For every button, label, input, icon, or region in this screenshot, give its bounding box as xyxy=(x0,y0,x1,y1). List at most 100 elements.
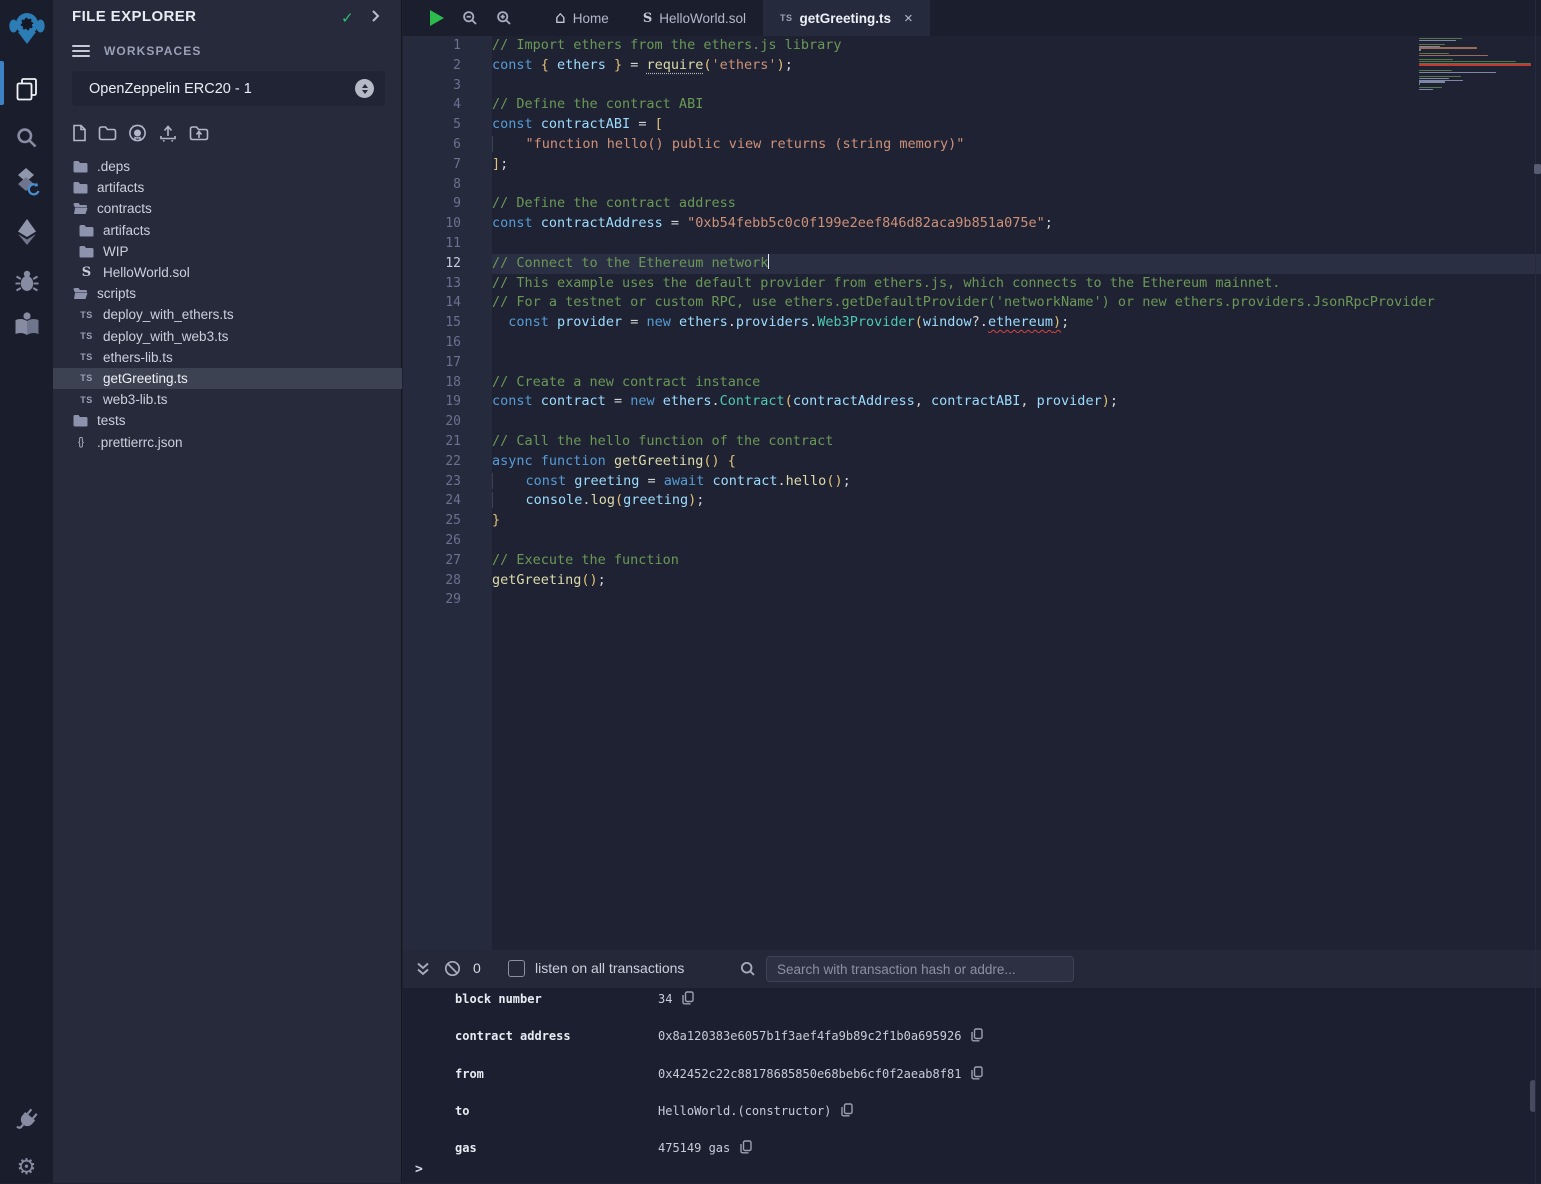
code-line-17[interactable]: 17 xyxy=(403,353,1541,373)
code-line-29[interactable]: 29 xyxy=(403,590,1541,610)
rail-item-search[interactable] xyxy=(0,118,53,156)
line-number: 19 xyxy=(403,392,492,412)
code-line-20[interactable]: 20 xyxy=(403,412,1541,432)
tx-detail-value: HelloWorld.(constructor) xyxy=(658,1104,831,1118)
code-line-16[interactable]: 16 xyxy=(403,333,1541,353)
rail-item-settings[interactable]: ⚙ xyxy=(0,1152,53,1184)
rail-item-remix-logo[interactable] xyxy=(0,9,53,47)
tree-item-artifacts[interactable]: artifacts xyxy=(53,220,402,241)
code-line-26[interactable]: 26 xyxy=(403,531,1541,551)
terminal-search-input[interactable] xyxy=(766,956,1074,982)
rail-item-file-explorer[interactable] xyxy=(0,70,53,108)
code-line-1[interactable]: 1// Import ethers from the ethers.js lib… xyxy=(403,36,1541,56)
copy-icon[interactable] xyxy=(971,1028,983,1042)
code-line-2[interactable]: 2const { ethers } = require('ethers'); xyxy=(403,56,1541,76)
checkmark-icon[interactable]: ✓ xyxy=(341,9,354,27)
rail-item-debugger[interactable] xyxy=(0,262,53,300)
tree-item-tests[interactable]: tests xyxy=(53,410,402,431)
tab-getgreeting-ts[interactable]: TSgetGreeting.ts× xyxy=(763,0,930,36)
page-scrollbar-handle[interactable] xyxy=(1534,164,1541,174)
code-line-18[interactable]: 18// Create a new contract instance xyxy=(403,373,1541,393)
code-text xyxy=(492,353,1541,373)
tree-item-artifacts[interactable]: artifacts xyxy=(53,177,402,198)
code-text: // For a testnet or custom RPC, use ethe… xyxy=(492,293,1541,313)
tab-home[interactable]: ⌂Home xyxy=(538,0,626,36)
tree-item-helloworld-sol[interactable]: SHelloWorld.sol xyxy=(53,262,402,283)
new-file-icon[interactable] xyxy=(72,124,87,142)
workspace-select[interactable]: OpenZeppelin ERC20 - 1 xyxy=(72,71,385,106)
code-line-12[interactable]: 12// Connect to the Ethereum network xyxy=(403,254,1541,274)
rail-item-plugin-manager[interactable] xyxy=(0,1104,53,1136)
tab-helloworld-sol[interactable]: SHelloWorld.sol xyxy=(626,0,763,36)
page-scrollbar[interactable] xyxy=(1535,0,1541,1183)
code-text: const greeting = await contract.hello(); xyxy=(492,472,1541,492)
copy-icon[interactable] xyxy=(841,1103,853,1117)
tree-item-label: web3-lib.ts xyxy=(103,392,168,407)
rail-item-solidity-compiler[interactable] xyxy=(0,164,53,202)
code-line-4[interactable]: 4// Define the contract ABI xyxy=(403,95,1541,115)
remix-logo-icon xyxy=(7,10,47,46)
copy-icon[interactable] xyxy=(971,1066,983,1080)
tree-item-contracts[interactable]: contracts xyxy=(53,198,402,219)
code-line-28[interactable]: 28getGreeting(); xyxy=(403,571,1541,591)
folder-icon xyxy=(78,224,95,237)
workspace-name: OpenZeppelin ERC20 - 1 xyxy=(72,81,252,97)
upload-file-icon[interactable] xyxy=(158,124,178,142)
tree-item-getgreeting-ts[interactable]: TSgetGreeting.ts xyxy=(53,368,402,389)
tree-item-scripts[interactable]: scripts xyxy=(53,283,402,304)
rail-item-deploy-run[interactable] xyxy=(0,213,53,251)
new-folder-icon[interactable] xyxy=(98,125,117,141)
chevron-right-icon[interactable] xyxy=(371,9,380,28)
code-line-6[interactable]: 6 "function hello() public view returns … xyxy=(403,135,1541,155)
line-number: 25 xyxy=(403,511,492,531)
code-line-7[interactable]: 7]; xyxy=(403,155,1541,175)
code-text xyxy=(492,412,1541,432)
tree-item-web3-lib-ts[interactable]: TSweb3-lib.ts xyxy=(53,389,402,410)
minimap[interactable] xyxy=(1419,38,1533,93)
run-script-button[interactable] xyxy=(430,10,444,26)
code-line-27[interactable]: 27// Execute the function xyxy=(403,551,1541,571)
code-line-15[interactable]: 15 const provider = new ethers.providers… xyxy=(403,313,1541,333)
code-line-11[interactable]: 11 xyxy=(403,234,1541,254)
tx-detail-label: gas xyxy=(455,1141,658,1155)
workspaces-menu-icon[interactable] xyxy=(72,45,90,57)
code-line-19[interactable]: 19const contract = new ethers.Contract(c… xyxy=(403,392,1541,412)
close-tab-icon[interactable]: × xyxy=(904,10,913,27)
code-line-22[interactable]: 22async function getGreeting() { xyxy=(403,452,1541,472)
tx-detail-row-gas: gas475149 gas xyxy=(403,1137,1541,1174)
code-line-10[interactable]: 10const contractAddress = "0xb54febb5c0c… xyxy=(403,214,1541,234)
code-line-23[interactable]: 23 const greeting = await contract.hello… xyxy=(403,472,1541,492)
zoom-in-icon[interactable] xyxy=(496,10,512,26)
listen-transactions-label[interactable]: listen on all transactions xyxy=(535,960,684,976)
copy-icon[interactable] xyxy=(682,991,694,1005)
code-line-8[interactable]: 8 xyxy=(403,175,1541,195)
code-line-3[interactable]: 3 xyxy=(403,76,1541,96)
tree-item-ethers-lib-ts[interactable]: TSethers-lib.ts xyxy=(53,347,402,368)
code-editor[interactable]: 1// Import ethers from the ethers.js lib… xyxy=(403,36,1541,610)
code-line-14[interactable]: 14// For a testnet or custom RPC, use et… xyxy=(403,293,1541,313)
code-line-13[interactable]: 13// This example uses the default provi… xyxy=(403,274,1541,294)
publish-to-gist-icon[interactable] xyxy=(128,124,147,142)
clear-console-icon[interactable] xyxy=(444,960,461,977)
code-line-9[interactable]: 9// Define the contract address xyxy=(403,194,1541,214)
tree-item-wip[interactable]: WIP xyxy=(53,241,402,262)
listen-transactions-checkbox[interactable] xyxy=(508,960,525,977)
tree-item-deploy-with-web3-ts[interactable]: TSdeploy_with_web3.ts xyxy=(53,326,402,347)
upload-folder-icon[interactable] xyxy=(189,125,209,142)
zoom-out-icon[interactable] xyxy=(462,10,478,26)
expand-terminal-icon[interactable] xyxy=(415,961,431,977)
workspace-select-arrows-icon xyxy=(355,79,374,98)
code-line-25[interactable]: 25} xyxy=(403,511,1541,531)
code-line-24[interactable]: 24 console.log(greeting); xyxy=(403,491,1541,511)
copy-icon[interactable] xyxy=(740,1140,752,1154)
tree-item-deploy-with-ethers-ts[interactable]: TSdeploy_with_ethers.ts xyxy=(53,304,402,325)
line-number: 22 xyxy=(403,452,492,472)
code-line-21[interactable]: 21// Call the hello function of the cont… xyxy=(403,432,1541,452)
terminal-prompt[interactable]: > xyxy=(415,1162,423,1177)
tree-item--deps[interactable]: .deps xyxy=(53,156,402,177)
tree-item--prettierrc-json[interactable]: {}.prettierrc.json xyxy=(53,431,402,452)
code-text: // Define the contract ABI xyxy=(492,95,1541,115)
code-line-5[interactable]: 5const contractABI = [ xyxy=(403,115,1541,135)
rail-item-solidity-unit-testing[interactable] xyxy=(0,305,53,343)
line-number: 13 xyxy=(403,274,492,294)
